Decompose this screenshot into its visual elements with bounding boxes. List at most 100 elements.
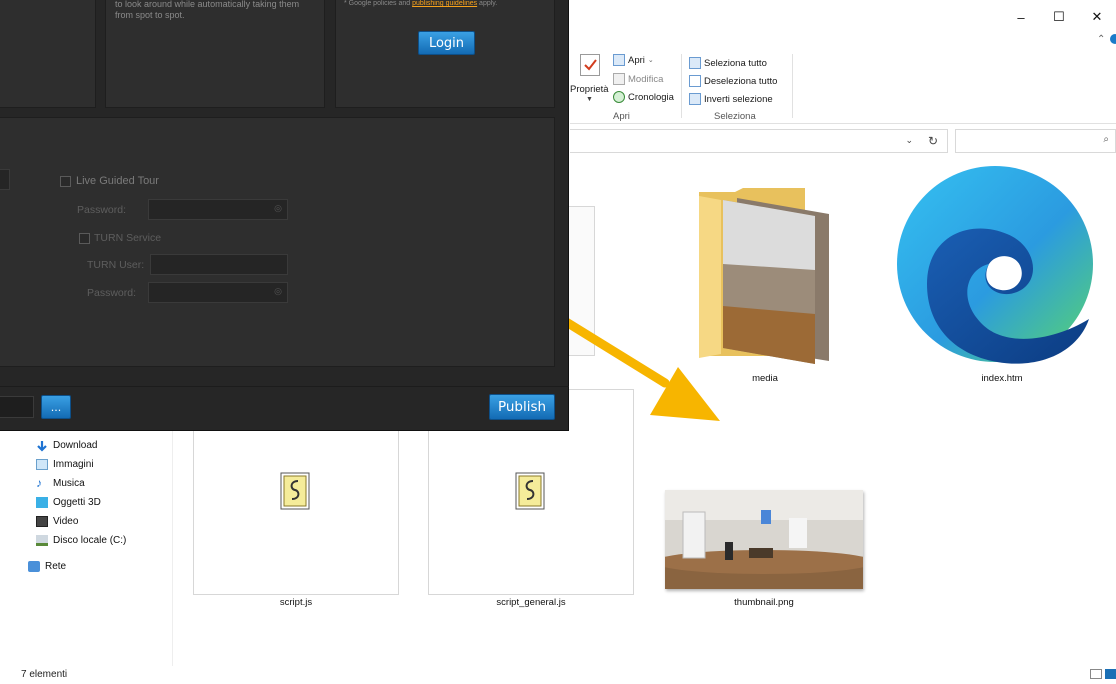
description-line-1: to look around while automatically takin…: [115, 0, 300, 9]
download-icon: [36, 440, 48, 452]
details-view-icon[interactable]: [1090, 669, 1102, 679]
deselect-all-label: Deseleziona tutto: [704, 75, 778, 87]
text-field-partial[interactable]: [0, 169, 10, 190]
ribbon-divider: [681, 54, 682, 118]
nav-item-label: Disco locale (C:): [53, 535, 127, 546]
file-name-script: script.js: [279, 597, 313, 608]
history-icon: [613, 91, 625, 103]
nav-item-local-disk[interactable]: Disco locale (C:): [36, 535, 126, 546]
option-panel-3[interactable]: * Google policies and publishing guideli…: [335, 0, 555, 108]
select-all-label: Seleziona tutto: [704, 57, 767, 69]
turn-service-checkbox[interactable]: [79, 233, 90, 244]
file-thumbnail-png[interactable]: [665, 490, 863, 589]
turn-password-label: Password:: [87, 287, 137, 299]
nav-item-music[interactable]: ♪ Musica: [36, 476, 85, 490]
invert-selection-label: Inverti selezione: [704, 93, 773, 105]
music-icon: ♪: [36, 476, 42, 490]
close-button[interactable]: ✕: [1078, 0, 1116, 34]
edge-browser-icon: [897, 166, 1093, 364]
file-name-thumbnail: thumbnail.png: [734, 597, 794, 608]
browse-button[interactable]: ...: [41, 395, 71, 419]
nav-item-video[interactable]: Video: [36, 516, 78, 527]
large-icons-view-icon[interactable]: [1105, 669, 1116, 679]
nav-item-label: Immagini: [53, 459, 94, 470]
file-index-htm[interactable]: [897, 164, 1093, 367]
script-file-icon: [280, 472, 310, 510]
open-button[interactable]: Apri ⌄: [613, 54, 654, 66]
history-button[interactable]: Cronologia: [613, 91, 674, 103]
refresh-icon[interactable]: ↻: [920, 129, 946, 153]
ribbon-collapse-icon[interactable]: ⌃: [1097, 34, 1105, 45]
nav-item-label: Download: [53, 440, 98, 451]
nav-item-label: Musica: [53, 478, 85, 489]
search-icon: ⌕: [1103, 134, 1109, 145]
output-path-field[interactable]: [0, 396, 34, 418]
modify-button[interactable]: Modifica: [613, 73, 663, 85]
script-file-icon: [515, 472, 545, 510]
live-guided-tour-label: Live Guided Tour: [76, 175, 159, 187]
password-field[interactable]: ◎: [148, 199, 288, 220]
open-icon: [613, 54, 625, 66]
panorama-thumbnail-image: [665, 490, 863, 589]
nav-item-label: Video: [53, 516, 79, 527]
properties-dropdown-icon[interactable]: ▼: [586, 96, 593, 103]
turn-service-label: TURN Service: [94, 232, 162, 244]
description-line-2: from spot to spot.: [115, 10, 185, 20]
turn-user-field[interactable]: [150, 254, 288, 275]
turn-user-label: TURN User:: [87, 259, 145, 271]
show-password-icon[interactable]: ◎: [274, 286, 282, 297]
publishing-guidelines-link[interactable]: publishing guidelines: [412, 0, 477, 7]
3d-objects-icon: [36, 497, 48, 508]
properties-button[interactable]: Proprietà: [570, 84, 609, 95]
group-open-label: Apri: [613, 111, 630, 122]
show-password-icon[interactable]: ◎: [274, 203, 282, 214]
nav-item-network[interactable]: Rete: [28, 561, 66, 572]
live-guided-tour-checkbox[interactable]: [60, 176, 71, 187]
open-label: Apri: [628, 54, 645, 66]
option-panel-1[interactable]: [0, 0, 96, 108]
history-label: Cronologia: [628, 91, 674, 103]
item-count: 7 elementi: [21, 669, 68, 680]
maximize-button[interactable]: ☐: [1040, 0, 1078, 34]
navigation-pane: Download Immagini ♪ Musica Oggetti 3D Vi…: [10, 430, 173, 666]
file-name-script-general: script_general.js: [496, 597, 566, 608]
minimize-button[interactable]: –: [1002, 0, 1040, 34]
nav-item-download[interactable]: Download: [36, 440, 98, 452]
divider: [0, 386, 569, 387]
settings-panel: Live Guided Tour Password: ◎ TURN Servic…: [0, 117, 555, 367]
password-label: Password:: [77, 204, 127, 216]
address-bar[interactable]: ⌄: [570, 129, 948, 153]
policy-prefix: * Google policies and: [344, 0, 413, 7]
select-all-button[interactable]: Seleziona tutto: [689, 57, 767, 69]
search-input[interactable]: ⌕: [955, 129, 1116, 153]
status-bar: 7 elementi: [0, 664, 1116, 684]
publish-dialog: to look around while automatically takin…: [0, 0, 569, 431]
open-dropdown-icon: ⌄: [647, 57, 654, 64]
login-button[interactable]: Login: [418, 31, 475, 55]
pictures-icon: [36, 459, 48, 470]
network-icon: [28, 561, 40, 572]
policy-text: * Google policies and publishing guideli…: [344, 0, 497, 8]
edit-icon: [613, 73, 625, 85]
invert-selection-icon: [689, 93, 701, 105]
publish-button[interactable]: Publish: [489, 394, 555, 420]
ribbon-divider: [792, 54, 793, 118]
nav-item-label: Oggetti 3D: [53, 497, 101, 508]
policy-suffix: apply.: [477, 0, 498, 7]
nav-item-3d-objects[interactable]: Oggetti 3D: [36, 497, 101, 508]
help-icon[interactable]: [1110, 34, 1116, 44]
ribbon: Proprietà ▼ Apri ⌄ Modifica Cronologia A…: [570, 46, 1116, 124]
properties-icon: [580, 54, 600, 76]
group-select-label: Seleziona: [714, 111, 756, 122]
nav-item-label: Rete: [45, 561, 67, 572]
turn-password-field[interactable]: ◎: [148, 282, 288, 303]
address-history-dropdown-icon[interactable]: ⌄: [905, 135, 913, 146]
select-all-icon: [689, 57, 701, 69]
nav-item-pictures[interactable]: Immagini: [36, 459, 94, 470]
invert-selection-button[interactable]: Inverti selezione: [689, 93, 773, 105]
file-name-index: index.htm: [981, 373, 1023, 384]
modify-label: Modifica: [628, 73, 664, 85]
deselect-all-button[interactable]: Deseleziona tutto: [689, 75, 777, 87]
option-panel-2[interactable]: to look around while automatically takin…: [105, 0, 325, 108]
deselect-all-icon: [689, 75, 701, 87]
